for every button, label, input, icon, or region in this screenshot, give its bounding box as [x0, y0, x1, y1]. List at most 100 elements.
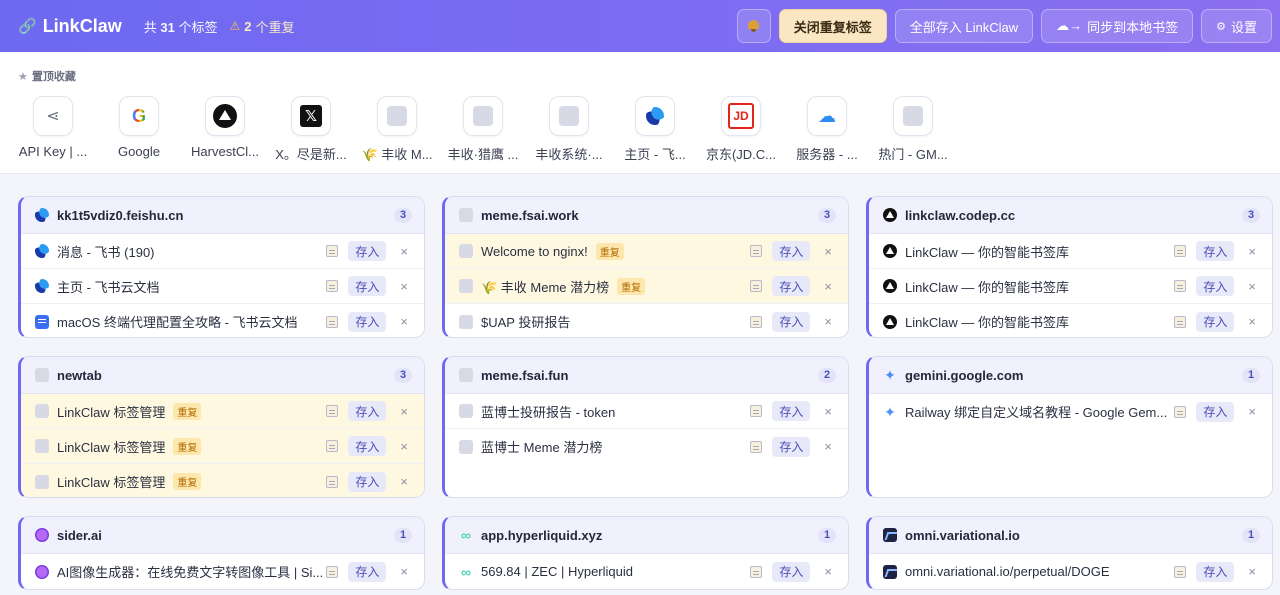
note-icon[interactable] — [326, 440, 339, 452]
tab-row[interactable]: 蓝博士 Meme 潜力榜 存入 × — [445, 429, 848, 464]
tab-title[interactable]: $UAP 投研报告 — [481, 312, 570, 331]
close-tab-icon[interactable]: × — [400, 244, 408, 259]
tab-row[interactable]: LinkClaw — 你的智能书签库 存入 × — [869, 269, 1272, 304]
tab-title[interactable]: LinkClaw — 你的智能书签库 — [905, 277, 1069, 296]
tab-row[interactable]: macOS 终端代理配置全攻略 - 飞书云文档 存入 × — [21, 304, 424, 337]
save-to-linkclaw-button[interactable]: 存入 — [772, 561, 811, 582]
close-tab-icon[interactable]: × — [824, 564, 832, 579]
note-icon[interactable] — [750, 245, 763, 257]
close-tab-icon[interactable]: × — [400, 279, 408, 294]
tab-row[interactable]: omni.variational.io/perpetual/DOGE 存入 × — [869, 554, 1272, 589]
close-tab-icon[interactable]: × — [824, 404, 832, 419]
tab-title[interactable]: LinkClaw — 你的智能书签库 — [905, 312, 1069, 331]
save-to-linkclaw-button[interactable]: 存入 — [772, 311, 811, 332]
close-tab-icon[interactable]: × — [1248, 564, 1256, 579]
group-header[interactable]: ✦ gemini.google.com 1 — [869, 357, 1272, 394]
close-tab-icon[interactable]: × — [400, 474, 408, 489]
save-to-linkclaw-button[interactable]: 存入 — [348, 241, 387, 261]
tab-row[interactable]: LinkClaw 标签管理 重复 存入 × — [21, 429, 424, 464]
tab-row[interactable]: ∞ 569.84 | ZEC | Hyperliquid 存入 × — [445, 554, 848, 589]
pinned-item[interactable]: ⋖ API Key | ... — [10, 96, 96, 163]
save-to-linkclaw-button[interactable]: 存入 — [1196, 241, 1235, 261]
close-tab-icon[interactable]: × — [400, 404, 408, 419]
note-icon[interactable] — [750, 405, 763, 417]
save-to-linkclaw-button[interactable]: 存入 — [1196, 561, 1235, 582]
close-tab-icon[interactable]: × — [400, 564, 408, 579]
save-to-linkclaw-button[interactable]: 存入 — [772, 436, 811, 457]
pinned-item[interactable]: HarvestCl... — [182, 96, 268, 163]
group-header[interactable]: sider.ai 1 — [21, 517, 424, 554]
tab-row[interactable]: AI图像生成器：在线免费文字转图像工具 | Si... 存入 × — [21, 554, 424, 589]
tab-title[interactable]: AI图像生成器：在线免费文字转图像工具 | Si... — [57, 562, 322, 581]
note-icon[interactable] — [1174, 405, 1187, 418]
save-to-linkclaw-button[interactable]: 存入 — [772, 276, 811, 296]
group-header[interactable]: newtab 3 — [21, 357, 424, 394]
pinned-item[interactable]: 𝕏 X。尽是新... — [268, 96, 354, 163]
note-icon[interactable] — [1174, 315, 1187, 328]
close-tab-icon[interactable]: × — [1248, 404, 1256, 419]
save-to-linkclaw-button[interactable]: 存入 — [348, 471, 387, 492]
note-icon[interactable] — [750, 440, 763, 453]
save-to-linkclaw-button[interactable]: 存入 — [348, 311, 387, 332]
pinned-item[interactable]: 丰收·猎鹰 ... — [440, 96, 526, 163]
tab-row[interactable]: LinkClaw 标签管理 重复 存入 × — [21, 394, 424, 429]
close-tab-icon[interactable]: × — [824, 439, 832, 454]
pinned-item[interactable]: G Google — [96, 96, 182, 163]
pinned-item[interactable]: 🌾 丰收 M... — [354, 96, 440, 163]
tab-title[interactable]: 🌾 丰收 Meme 潜力榜 — [481, 277, 609, 296]
save-to-linkclaw-button[interactable]: 存入 — [348, 436, 387, 456]
pinned-item[interactable]: ☁ 服务器 - ... — [784, 96, 870, 163]
note-icon[interactable] — [326, 475, 339, 488]
tab-title[interactable]: LinkClaw — 你的智能书签库 — [905, 242, 1069, 261]
pinned-item[interactable]: 热门 - GM... — [870, 96, 956, 163]
pinned-item[interactable]: 主页 - 飞... — [612, 96, 698, 163]
group-header[interactable]: kk1t5vdiz0.feishu.cn 3 — [21, 197, 424, 234]
note-icon[interactable] — [326, 565, 339, 578]
tab-row[interactable]: 🌾 丰收 Meme 潜力榜 重复 存入 × — [445, 269, 848, 304]
tab-title[interactable]: 消息 - 飞书 (190) — [57, 242, 155, 261]
settings-button[interactable]: ⚙ 设置 — [1201, 9, 1272, 43]
sync-bookmarks-button[interactable]: ☁→ 同步到本地书签 — [1041, 9, 1194, 43]
close-tab-icon[interactable]: × — [1248, 244, 1256, 259]
save-to-linkclaw-button[interactable]: 存入 — [1196, 311, 1235, 332]
tab-title[interactable]: 569.84 | ZEC | Hyperliquid — [481, 564, 633, 579]
tab-title[interactable]: 主页 - 飞书云文档 — [57, 277, 160, 296]
group-header[interactable]: linkclaw.codep.cc 3 — [869, 197, 1272, 234]
tab-title[interactable]: omni.variational.io/perpetual/DOGE — [905, 564, 1110, 579]
tab-row[interactable]: 主页 - 飞书云文档 存入 × — [21, 269, 424, 304]
close-tab-icon[interactable]: × — [400, 314, 408, 329]
note-icon[interactable] — [326, 280, 339, 292]
close-tab-icon[interactable]: × — [1248, 314, 1256, 329]
group-header[interactable]: omni.variational.io 1 — [869, 517, 1272, 554]
save-to-linkclaw-button[interactable]: 存入 — [772, 401, 811, 421]
close-tab-icon[interactable]: × — [824, 314, 832, 329]
save-all-button[interactable]: 全部存入 LinkClaw — [894, 9, 1034, 43]
note-icon[interactable] — [1174, 565, 1187, 578]
close-tab-icon[interactable]: × — [824, 244, 832, 259]
tab-title[interactable]: 蓝博士 Meme 潜力榜 — [481, 437, 602, 456]
note-icon[interactable] — [750, 280, 763, 292]
tab-row[interactable]: ✦ Railway 绑定自定义域名教程 - Google Gem... 存入 × — [869, 394, 1272, 429]
tab-row[interactable]: 消息 - 飞书 (190) 存入 × — [21, 234, 424, 269]
save-to-linkclaw-button[interactable]: 存入 — [348, 561, 387, 582]
tab-title[interactable]: macOS 终端代理配置全攻略 - 飞书云文档 — [57, 312, 298, 331]
tab-row[interactable]: LinkClaw — 你的智能书签库 存入 × — [869, 304, 1272, 337]
save-to-linkclaw-button[interactable]: 存入 — [772, 241, 811, 261]
note-icon[interactable] — [326, 245, 339, 257]
close-tab-icon[interactable]: × — [400, 439, 408, 454]
tab-row[interactable]: LinkClaw — 你的智能书签库 存入 × — [869, 234, 1272, 269]
tab-row[interactable]: Welcome to nginx! 重复 存入 × — [445, 234, 848, 269]
tab-title[interactable]: LinkClaw 标签管理 — [57, 402, 165, 421]
tab-row[interactable]: $UAP 投研报告 存入 × — [445, 304, 848, 337]
tab-title[interactable]: 蓝博士投研报告 - token — [481, 402, 615, 421]
close-tab-icon[interactable]: × — [824, 279, 832, 294]
notification-button[interactable] — [736, 9, 771, 43]
save-to-linkclaw-button[interactable]: 存入 — [348, 276, 387, 296]
pinned-item[interactable]: 丰收系统·... — [526, 96, 612, 163]
note-icon[interactable] — [750, 315, 763, 328]
note-icon[interactable] — [1174, 280, 1187, 292]
tab-title[interactable]: LinkClaw 标签管理 — [57, 472, 165, 491]
save-to-linkclaw-button[interactable]: 存入 — [1196, 276, 1235, 296]
pinned-item[interactable]: JD 京东(JD.C... — [698, 96, 784, 163]
tab-title[interactable]: Welcome to nginx! — [481, 244, 588, 259]
